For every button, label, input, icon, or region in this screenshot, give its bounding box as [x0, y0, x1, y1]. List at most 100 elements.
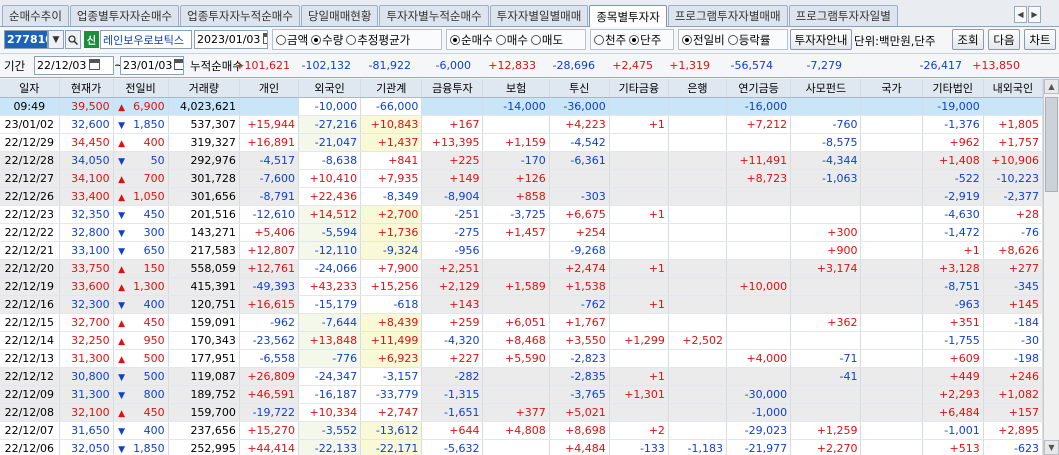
compare-radio-1[interactable]: 등락률: [727, 32, 771, 48]
column-header-2[interactable]: 전일비: [113, 79, 169, 98]
chart-button[interactable]: 차트: [1024, 29, 1056, 50]
table-row[interactable]: 09:49 39,500 ▲ 6,900 4,023,621 -10,000 -66,000…: [0, 97, 1043, 116]
next-button[interactable]: 다음: [988, 29, 1020, 50]
column-header-0[interactable]: 일자: [0, 79, 60, 98]
column-header-9[interactable]: 투신: [549, 79, 610, 98]
investor-value-cell: +7,935: [360, 169, 423, 188]
period-to-input[interactable]: 23/01/03: [120, 56, 184, 75]
scale-radio-0[interactable]: 천주: [594, 32, 626, 48]
column-header-15[interactable]: 기타법인: [922, 79, 984, 98]
investor-value-cell: [668, 205, 727, 224]
scroll-thumb[interactable]: [1045, 97, 1058, 192]
dropdown-icon[interactable]: ▼: [48, 30, 64, 49]
table-row[interactable]: 22/12/16 32,300 ▼ 400 120,751 +16,615 -15,179-…: [0, 295, 1043, 314]
trade-radio-0[interactable]: 순매수: [450, 32, 493, 48]
tab-8[interactable]: 프로그램투자자일별: [788, 5, 898, 26]
tab-2[interactable]: 업종투자자누적순매수: [180, 5, 300, 26]
tab-7[interactable]: 프로그램투자자별매매: [667, 5, 788, 26]
scroll-down-icon[interactable]: ▼: [1044, 440, 1059, 455]
tab-5[interactable]: 투자자별일별매매: [489, 5, 589, 26]
stock-code-input[interactable]: 277810: [4, 30, 48, 49]
column-header-1[interactable]: 현재가: [59, 79, 114, 98]
price-cell: 30,800: [59, 367, 114, 386]
period-from-input[interactable]: 22/12/03: [34, 56, 114, 75]
tab-0[interactable]: 순매수추이: [2, 5, 69, 26]
table-row[interactable]: 22/12/20 33,750 ▲ 150 558,059 +12,761 -24,066 +…: [0, 259, 1043, 278]
table-row[interactable]: 22/12/28 34,050 ▼ 50 292,976 -4,517 -8,638 +841…: [0, 151, 1043, 170]
investor-value-cell: +1: [609, 115, 669, 134]
calendar-icon[interactable]: [263, 32, 267, 47]
table-row[interactable]: 22/12/09 31,300 ▼ 800 189,752 +46,591 -16,187-…: [0, 385, 1043, 404]
investor-value-cell: +10,334: [298, 403, 362, 422]
investor-value-cell: [668, 349, 727, 368]
unit-radio-1[interactable]: 수량: [311, 32, 343, 48]
table-row[interactable]: 22/12/14 32,250 ▲ 950 170,343 -23,562 +13,848 +…: [0, 331, 1043, 350]
column-header-6[interactable]: 기관계: [360, 79, 423, 98]
vertical-scrollbar[interactable]: ▲ ▼: [1043, 79, 1059, 455]
column-header-5[interactable]: 외국인: [298, 79, 362, 98]
unit-radio-2[interactable]: 추정평균가: [346, 32, 410, 48]
investor-value-cell: [860, 169, 923, 188]
change-value: 700: [143, 171, 165, 185]
column-header-3[interactable]: 거래량: [168, 79, 240, 98]
investor-value-cell: [609, 187, 669, 206]
investor-value-cell: -22,133: [298, 439, 362, 455]
compare-radio-label: 전일비: [693, 32, 725, 47]
table-row[interactable]: 22/12/15 32,700 ▲ 450 159,091 -962 -7,644 +8,43…: [0, 313, 1043, 332]
change-cell: ▼ 1,850: [113, 115, 169, 134]
table-row[interactable]: 22/12/08 32,100 ▲ 450 159,700 -19,722 +10,334 +…: [0, 403, 1043, 422]
investor-guide-button[interactable]: 투자자안내: [790, 29, 852, 50]
date-input[interactable]: 2023/01/03: [194, 30, 268, 49]
scale-radio-1[interactable]: 단주: [629, 32, 661, 48]
investor-value-cell: [668, 421, 727, 440]
table-row[interactable]: 22/12/23 32,350 ▼ 450 201,516 -12,610 +14,512 +…: [0, 205, 1043, 224]
investor-value-cell: [668, 187, 727, 206]
column-header-13[interactable]: 사모펀드: [790, 79, 862, 98]
column-header-4[interactable]: 개인: [239, 79, 300, 98]
change-value: 400: [143, 135, 165, 149]
unit-radio-0[interactable]: 금액: [276, 32, 308, 48]
column-header-14[interactable]: 국가: [860, 79, 923, 98]
price-cell: 32,250: [59, 331, 114, 350]
trade-radio-1[interactable]: 매수: [495, 32, 528, 48]
tab-6[interactable]: 종목별투자자: [589, 5, 667, 27]
table-row[interactable]: 22/12/26 33,400 ▲ 1,050 301,656 -8,791 +22,436…: [0, 187, 1043, 206]
volume-cell: 301,656: [168, 187, 240, 206]
table-row[interactable]: 23/01/02 32,600 ▼ 1,850 537,307 +15,944 -27,21…: [0, 115, 1043, 134]
column-header-7[interactable]: 금융투자: [421, 79, 484, 98]
column-header-10[interactable]: 기타금융: [609, 79, 669, 98]
investor-value-cell: +2: [609, 421, 669, 440]
table-row[interactable]: 22/12/22 32,800 ▼ 300 143,271 +5,406 -5,594 +1,…: [0, 223, 1043, 242]
tab-1[interactable]: 업종별투자자순매수: [69, 5, 180, 26]
column-header-11[interactable]: 은행: [668, 79, 727, 98]
investor-value-cell: -3,552: [298, 421, 362, 440]
investor-value-cell: +1: [609, 367, 669, 386]
table-row[interactable]: 22/12/29 34,450 ▲ 400 319,327 +16,891 -21,047 +…: [0, 133, 1043, 152]
tab-4[interactable]: 투자자별누적순매수: [379, 5, 489, 26]
tab-scroll-right-icon[interactable]: ▶: [1028, 6, 1041, 23]
investor-value-cell: -5,632: [421, 439, 484, 455]
compare-radio-0[interactable]: 전일비: [682, 32, 725, 48]
tab-scroll-left-icon[interactable]: ◀: [1014, 6, 1027, 23]
search-icon[interactable]: [65, 30, 81, 49]
column-header-12[interactable]: 연기금등: [726, 79, 792, 98]
table-row[interactable]: 22/12/06 32,050 ▼ 1,850 252,995 +44,414 -22,13…: [0, 439, 1043, 455]
table-row[interactable]: 22/12/19 33,600 ▲ 1,300 415,391 -49,393 +43,23…: [0, 277, 1043, 296]
column-header-16[interactable]: 내외국인: [983, 79, 1043, 98]
search-button[interactable]: 조회: [952, 29, 984, 50]
table-row[interactable]: 22/12/27 34,100 ▲ 700 301,728 -7,600 +10,410 +7…: [0, 169, 1043, 188]
investor-value-cell: [609, 133, 669, 152]
scroll-up-icon[interactable]: ▲: [1044, 79, 1059, 94]
trade-radio-2[interactable]: 매도: [530, 32, 563, 48]
table-row[interactable]: 22/12/21 33,100 ▼ 650 217,583 +12,807 -12,110-…: [0, 241, 1043, 260]
investor-value-cell: [790, 331, 862, 350]
table-row[interactable]: 22/12/12 30,800 ▼ 500 119,087 +26,809 -24,347-…: [0, 367, 1043, 386]
investor-table[interactable]: 일자 현재가 전일비 거래량 개인 외국인 기관계 금융투자 보험 투신 기타금융 은행 연기금등 사모펀…: [0, 79, 1043, 455]
calendar-icon[interactable]: [174, 58, 183, 73]
table-row[interactable]: 22/12/07 31,650 ▼ 400 237,656 +15,270 -3,552 -1…: [0, 421, 1043, 440]
tab-3[interactable]: 당일매매현황: [300, 5, 379, 26]
table-row[interactable]: 22/12/13 31,300 ▲ 500 177,951 -6,558 -776 +6,92…: [0, 349, 1043, 368]
calendar-icon[interactable]: [89, 58, 101, 73]
investor-value-cell: -14,000: [482, 97, 550, 116]
column-header-8[interactable]: 보험: [482, 79, 550, 98]
